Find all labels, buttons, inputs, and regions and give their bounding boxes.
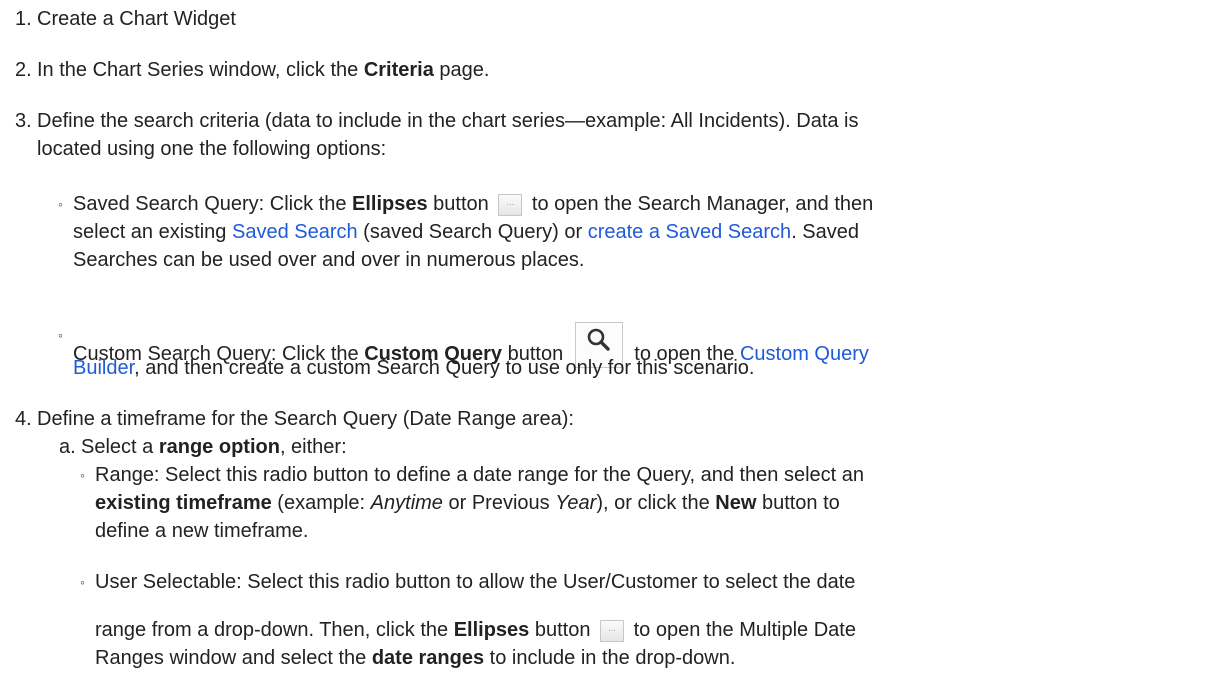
range-line-1: Range: Select this radio button to defin…	[95, 464, 865, 486]
user-l3-b: to include in the drop-down.	[484, 647, 736, 669]
saved-search-bullet: ◦	[58, 196, 63, 212]
user-selectable-line-3: Ranges window and select the date ranges…	[95, 645, 735, 671]
user-l3-a: Ranges window and select the	[95, 647, 372, 669]
user-selectable-bullet: ◦	[80, 574, 85, 590]
saved-search-pre: Saved Search Query: Click the	[73, 193, 353, 215]
custom-search-l2-post: , and then create a custom Search Query …	[134, 357, 755, 379]
substep-a-post: , either:	[279, 436, 347, 458]
user-selectable-line-1: User Selectable: Select this radio butto…	[95, 571, 856, 593]
anytime-text: Anytime	[370, 492, 443, 514]
saved-search-link[interactable]: Saved Search	[232, 221, 358, 243]
range-l2-b: or Previous	[442, 492, 556, 514]
range-bullet: ◦	[80, 467, 85, 483]
custom-search-bullet: ◦	[58, 327, 63, 343]
ellipses-button-2[interactable]	[600, 620, 625, 642]
range-l2-d: button to	[756, 492, 840, 514]
step-3-line-2: located using one the following options:	[37, 138, 387, 160]
user-l2-a: range from a drop-down. Then, click the	[95, 619, 454, 641]
range-l2-c: ), or click the	[596, 492, 716, 514]
saved-search-mid: button	[427, 193, 495, 215]
user-l2-b: button	[529, 619, 597, 641]
step-3-line-1: Define the search criteria (data to incl…	[37, 110, 859, 132]
step-3-number: 3.	[15, 110, 32, 132]
date-ranges-label: date ranges	[371, 647, 485, 669]
substep-a-text: Select a range option, either:	[81, 434, 347, 460]
range-option-label: range option	[158, 436, 280, 458]
builder-link[interactable]: Builder	[73, 357, 134, 379]
saved-search-line-1: Saved Search Query: Click the Ellipses b…	[73, 191, 873, 217]
step-2-pre: In the Chart Series window, click the	[37, 59, 364, 81]
saved-search-l2-post: . Saved	[791, 221, 860, 243]
step-2-number: 2.	[15, 59, 32, 81]
substep-a-pre: Select a	[81, 436, 159, 458]
ellipses-label-2: Ellipses	[453, 619, 530, 641]
step-2-text: In the Chart Series window, click the Cr…	[37, 57, 489, 83]
criteria-label: Criteria	[363, 59, 434, 81]
substep-a-letter: a.	[59, 436, 76, 458]
saved-search-l2-pre: select an existing	[73, 221, 232, 243]
custom-search-line-2: Builder, and then create a custom Search…	[73, 355, 754, 381]
step-4-number: 4.	[15, 408, 32, 430]
create-saved-search-link[interactable]: create a Saved Search	[588, 221, 791, 243]
step-4-text: Define a timeframe for the Search Query …	[37, 408, 574, 430]
ellipses-button[interactable]	[498, 194, 523, 216]
magnifier-icon	[587, 328, 610, 351]
step-1-number: 1.	[15, 8, 32, 30]
range-l2-a: (example:	[271, 492, 371, 514]
new-label: New	[715, 492, 757, 514]
saved-search-line-2: select an existing Saved Search (saved S…	[73, 219, 859, 245]
range-line-2: existing timeframe (example: Anytime or …	[95, 490, 840, 516]
existing-timeframe-label: existing timeframe	[95, 492, 272, 514]
user-l2-c: to open the Multiple Date	[628, 619, 856, 641]
year-text: Year	[555, 492, 597, 514]
ellipses-label: Ellipses	[352, 193, 428, 215]
step-2-post: page.	[433, 59, 490, 81]
saved-search-line-3: Searches can be used over and over in nu…	[73, 249, 585, 271]
user-selectable-line-2: range from a drop-down. Then, click the …	[95, 617, 856, 643]
saved-search-l2-mid: (saved Search Query) or	[357, 221, 588, 243]
range-line-3: define a new timeframe.	[95, 520, 309, 542]
custom-query-builder-link[interactable]: Custom Query	[740, 343, 869, 365]
step-1-text: Create a Chart Widget	[37, 8, 236, 30]
saved-search-post: to open the Search Manager, and then	[526, 193, 874, 215]
